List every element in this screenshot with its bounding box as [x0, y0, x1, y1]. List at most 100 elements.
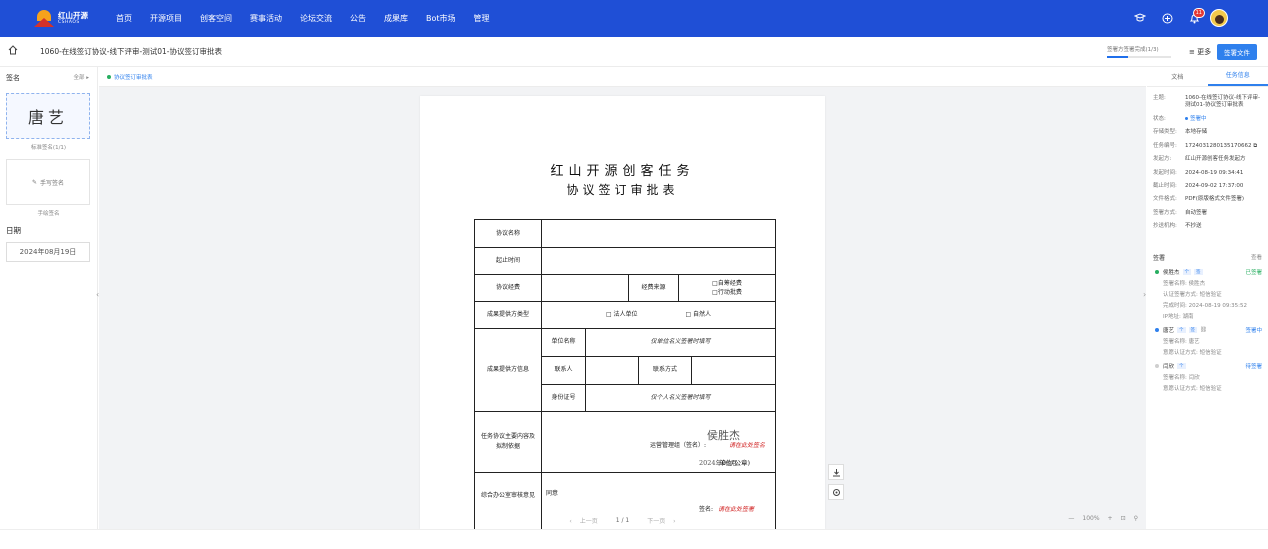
signature-heading: 签名 — [6, 74, 20, 82]
main-menu: 首页 开源项目 创客空间 赛事活动 论坛交流 公告 成果库 Bot市场 管理 — [116, 13, 508, 24]
document-toolbar: 1060-在线签订协议-线下评审-测试01-协议签订审批表 签署方签署完成(1/… — [0, 37, 1268, 67]
breadcrumb: 1060-在线签订协议-线下评审-测试01-协议签订审批表 — [40, 47, 222, 56]
signer-tag: 个 — [1182, 268, 1192, 275]
download-icon[interactable] — [828, 464, 844, 480]
nav-bot-market[interactable]: Bot市场 — [426, 13, 456, 24]
field-period[interactable] — [542, 247, 775, 274]
label-contact-method: 联系方式 — [652, 366, 677, 374]
info-deadline: 截止时间: 2024-09-02 17:37:00 — [1153, 183, 1262, 190]
info-subject: 主题: 1060-在线签订协议-线下评审-测试01-协议签订审批表 — [1153, 95, 1262, 110]
page-navigator: ‹ 上一页 1 / 1 下一页 › — [99, 511, 1146, 529]
nav-forum[interactable]: 论坛交流 — [300, 13, 332, 24]
field-contact-method[interactable] — [692, 356, 775, 384]
nav-home[interactable]: 首页 — [116, 13, 132, 24]
info-value: 2024-09-02 17:37:00 — [1185, 182, 1244, 189]
field-contact[interactable] — [586, 356, 638, 384]
label-unit-name: 单位名称 — [551, 338, 576, 346]
view-signers-button[interactable]: 查看 — [1251, 253, 1262, 262]
prev-page-button[interactable]: ‹ 上一页 — [569, 516, 603, 525]
nav-admin[interactable]: 管理 — [474, 13, 490, 24]
signer-detail: 签署名称: 侯胜杰 — [1163, 280, 1206, 287]
user-view-icon[interactable]: ⚲ — [1134, 515, 1138, 522]
label-agreement-name: 协议名称 — [495, 229, 520, 237]
nav-projects[interactable]: 开源项目 — [150, 13, 182, 24]
graduation-cap-icon[interactable] — [1134, 12, 1146, 24]
handwrite-signature-button[interactable]: ✎ 手写签名 — [6, 159, 90, 205]
zoom-controls: — 100% + ⊡ ⚲ — [1060, 515, 1138, 522]
date-stamp-card[interactable]: 2024年08月19日 — [6, 242, 90, 262]
prev-page-label: 上一页 — [579, 517, 598, 525]
task-info-list: 主题: 1060-在线签订协议-线下评审-测试01-协议签订审批表 状态: 签署中 … — [1147, 87, 1268, 231]
tab-task-info[interactable]: 任务信息 — [1207, 70, 1268, 86]
signer-item: 唐艺个签 ⛓ 签署中 签署名称: 唐艺 意愿认证方式: 短信验证 — [1147, 320, 1268, 356]
zoom-out-button[interactable]: — — [1068, 515, 1074, 522]
signer-status: 已签署 — [1245, 269, 1262, 276]
label-provider-info: 成果提供方信息 — [487, 365, 530, 373]
top-navbar: 红山开源 CSHAOS 首页 开源项目 创客空间 赛事活动 论坛交流 公告 成果… — [0, 0, 1268, 37]
site-logo[interactable]: 红山开源 CSHAOS — [34, 10, 104, 27]
field-budget[interactable] — [542, 274, 628, 301]
link-icon[interactable]: ⛓ — [1200, 327, 1207, 333]
home-icon[interactable] — [8, 45, 22, 58]
standard-signature-caption: 标准签名(1/1) — [30, 145, 67, 151]
date-heading: 日期 — [6, 226, 21, 235]
sign-document-button[interactable]: 签署文件 — [1217, 44, 1257, 60]
option-natural-person[interactable]: □ 自然人 — [685, 310, 711, 320]
info-start-time: 发起时间: 2024-08-19 09:34:41 — [1153, 170, 1262, 177]
nav-maker-space[interactable]: 创客空间 — [200, 13, 232, 24]
info-value: 1724031280135170662 — [1185, 142, 1252, 149]
info-cc: 抄送机构: 不抄送 — [1153, 223, 1262, 230]
funding-source-options: □自筹经费 □行动批费 — [679, 274, 775, 301]
label-period: 起止时间 — [495, 256, 520, 264]
field-agreement-name[interactable] — [542, 220, 775, 247]
info-value: 本地存储 — [1185, 129, 1208, 136]
add-circle-icon[interactable] — [1161, 12, 1173, 24]
id-number-hint[interactable]: 仅个人名义签署时填写 — [586, 384, 775, 411]
info-key: 主题: — [1153, 95, 1166, 101]
label-budget: 协议经费 — [495, 283, 520, 291]
copy-icon[interactable]: ⧉ — [1253, 143, 1257, 149]
document-tab-label: 协议签订审批表 — [114, 74, 153, 81]
tab-document[interactable]: 文档 — [1147, 72, 1208, 86]
signer-tag: 个 — [1177, 362, 1186, 369]
document-page: 红山开源创客任务 协议签订审批表 协议名称 起止时间 协议经费 经费来源 □自筹… — [420, 96, 825, 529]
option-action-funded[interactable]: □行动批费 — [712, 288, 742, 297]
signer-item: 闫欣个 待签署 签署名称: 闫欣 意愿认证方式: 短信验证 — [1147, 356, 1268, 392]
info-task-number: 任务编号: 1724031280135170662 ⧉ — [1153, 143, 1262, 150]
fit-page-icon[interactable]: ⊡ — [1121, 515, 1126, 522]
next-page-button[interactable]: 下一页 › — [641, 516, 675, 525]
collapse-right-icon[interactable]: › — [1143, 290, 1146, 299]
handwrite-caption: 手绘签名 — [37, 211, 60, 217]
signer-name: 侯胜杰 — [1163, 269, 1180, 276]
info-format: 文件格式: PDF(原版格式文件签署) — [1153, 196, 1262, 203]
info-key: 抄送机构: — [1153, 223, 1177, 230]
more-button[interactable]: ≡ 更多 — [1189, 47, 1211, 57]
logo-icon — [34, 10, 54, 27]
option-self-funded[interactable]: □自筹经费 — [712, 279, 742, 288]
manager-sign-placeholder[interactable]: 请在此处签名 — [729, 441, 765, 451]
standard-signature-card[interactable]: 唐艺 — [6, 93, 90, 139]
signer-status: 签署中 — [1245, 327, 1262, 334]
signers-heading: 签署 — [1153, 254, 1166, 262]
all-filter-label: 全部 — [73, 75, 85, 81]
doc-title-line2: 协议签订审批表 — [566, 183, 679, 197]
signer-tag: 个 — [1177, 326, 1186, 333]
tab-status-dot — [107, 74, 111, 79]
label-task-content: 任务协议主要内容及拟制依据 — [481, 432, 536, 450]
label-contact: 联系人 — [554, 366, 573, 374]
nav-announcements[interactable]: 公告 — [350, 13, 366, 24]
nav-events[interactable]: 赛事活动 — [250, 13, 282, 24]
document-tab[interactable]: 协议签订审批表 — [107, 73, 153, 81]
locate-icon[interactable] — [828, 484, 844, 500]
nav-results[interactable]: 成果库 — [384, 13, 408, 24]
option-legal-entity[interactable]: □ 法人单位 — [606, 310, 638, 320]
all-filter[interactable]: 全部 ▸ — [73, 73, 89, 83]
zoom-in-button[interactable]: + — [1108, 515, 1113, 522]
info-key: 状态: — [1153, 115, 1166, 122]
signature-panel: 签名 全部 ▸ 唐艺 标准签名(1/1) ✎ 手写签名 手绘签名 日期 2024… — [0, 67, 98, 529]
bell-icon[interactable]: 11 — [1188, 8, 1205, 24]
info-key: 签署方式: — [1153, 209, 1177, 216]
doc-title-line1: 红山开源创客任务 — [550, 164, 695, 179]
unit-name-hint[interactable]: 仅单位名义签署时填写 — [586, 328, 775, 356]
user-avatar[interactable] — [1210, 9, 1228, 27]
